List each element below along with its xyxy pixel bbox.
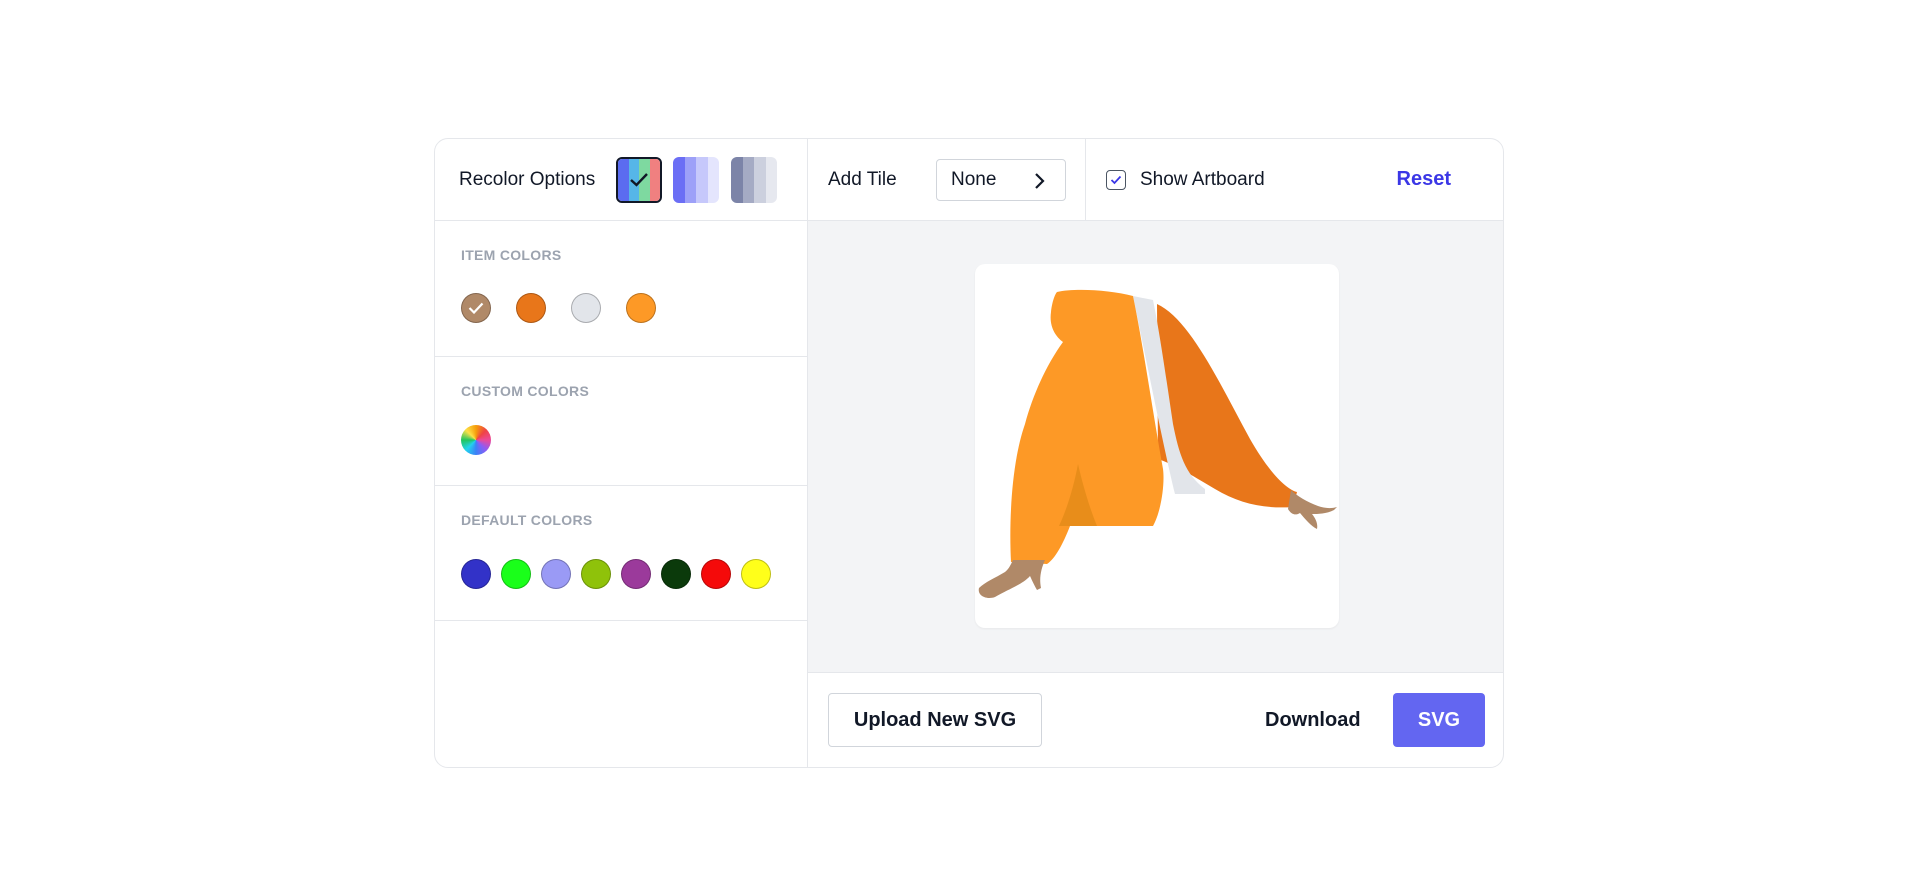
toolbar: Recolor Options Add Tile None Show Artbo… <box>435 139 1503 221</box>
check-icon <box>618 159 660 201</box>
default-color-swatch[interactable] <box>581 559 611 589</box>
custom-colors-section: CUSTOM COLORS <box>435 357 807 486</box>
reset-button[interactable]: Reset <box>1397 168 1451 191</box>
add-tile-label: Add Tile <box>828 169 897 190</box>
right-hand <box>1288 490 1337 529</box>
custom-colors-list <box>461 425 491 455</box>
download-label: Download <box>1265 709 1361 731</box>
item-colors-list <box>461 293 656 323</box>
default-color-swatch[interactable] <box>621 559 651 589</box>
default-colors-section: DEFAULT COLORS <box>435 486 807 621</box>
tile-select-value: None <box>951 169 997 190</box>
color-wheel-icon[interactable] <box>461 425 491 455</box>
default-color-swatch[interactable] <box>461 559 491 589</box>
item-color-swatch[interactable] <box>626 293 656 323</box>
default-colors-title: DEFAULT COLORS <box>461 512 593 528</box>
item-colors-section: ITEM COLORS <box>435 221 807 357</box>
artboard <box>975 264 1339 628</box>
recolor-options-label: Recolor Options <box>459 169 596 190</box>
show-artboard-group: Show Artboard Reset <box>1086 139 1503 221</box>
palette-purple-button[interactable] <box>673 157 719 203</box>
default-color-swatch[interactable] <box>541 559 571 589</box>
palette-slate-button[interactable] <box>731 157 777 203</box>
default-colors-list <box>461 559 771 589</box>
download-svg-button[interactable]: SVG <box>1393 693 1485 747</box>
item-color-swatch-selected[interactable] <box>461 293 491 323</box>
recolor-card: Recolor Options Add Tile None Show Artbo… <box>434 138 1504 768</box>
check-icon <box>468 302 484 314</box>
left-hand <box>978 560 1045 598</box>
palette-band <box>696 157 708 203</box>
palette-multicolor-button[interactable] <box>616 157 662 203</box>
palette-band <box>707 157 719 203</box>
palette-band <box>754 157 766 203</box>
default-color-swatch[interactable] <box>661 559 691 589</box>
recolor-options-group: Recolor Options <box>435 139 808 221</box>
upload-svg-button[interactable]: Upload New SVG <box>828 693 1042 747</box>
palette-band <box>684 157 696 203</box>
footer-actions: Upload New SVG Download SVG <box>808 673 1503 767</box>
default-color-swatch[interactable] <box>701 559 731 589</box>
palette-band <box>742 157 754 203</box>
default-color-swatch[interactable] <box>501 559 531 589</box>
check-icon <box>1110 175 1122 185</box>
hoodie-illustration <box>978 289 1337 598</box>
color-sidebar: ITEM COLORS CUSTOM COLORS DEFAULT COLORS <box>435 221 808 767</box>
show-artboard-label: Show Artboard <box>1140 169 1265 190</box>
palette-band <box>673 157 685 203</box>
item-colors-title: ITEM COLORS <box>461 247 562 263</box>
chevron-right-icon <box>1033 172 1045 196</box>
custom-colors-title: CUSTOM COLORS <box>461 383 590 399</box>
tile-select[interactable]: None <box>936 159 1066 201</box>
preview-area <box>808 221 1503 673</box>
default-color-swatch[interactable] <box>741 559 771 589</box>
palette-band <box>765 157 777 203</box>
show-artboard-checkbox[interactable] <box>1106 170 1126 190</box>
add-tile-group: Add Tile None <box>808 139 1086 221</box>
palette-band <box>731 157 743 203</box>
item-color-swatch[interactable] <box>571 293 601 323</box>
item-color-swatch[interactable] <box>516 293 546 323</box>
